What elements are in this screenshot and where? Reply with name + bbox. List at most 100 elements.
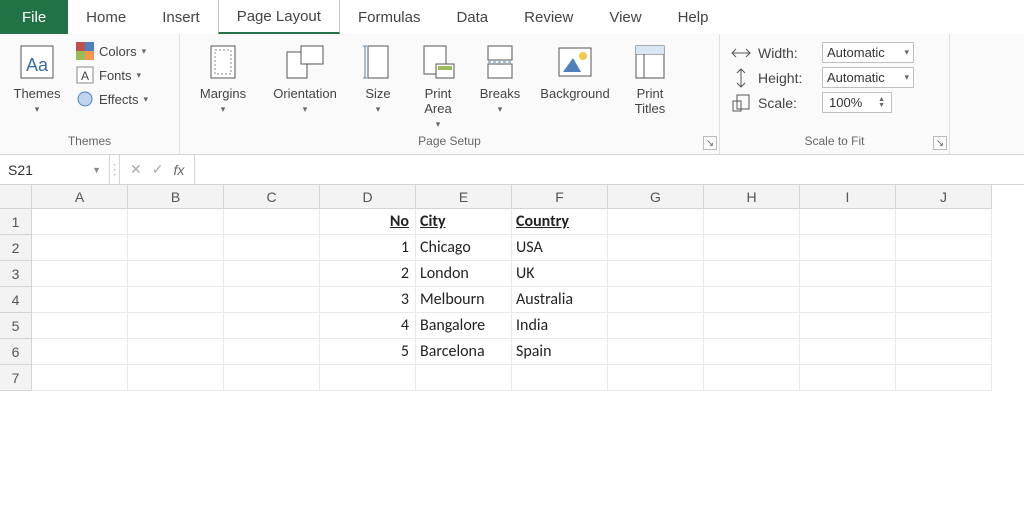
- tab-view[interactable]: View: [591, 0, 659, 34]
- cell[interactable]: 5: [320, 339, 416, 365]
- col-header[interactable]: I: [800, 185, 896, 209]
- cell[interactable]: [800, 365, 896, 391]
- cell[interactable]: [32, 235, 128, 261]
- row-header[interactable]: 6: [0, 339, 32, 365]
- cell[interactable]: [224, 339, 320, 365]
- col-header[interactable]: H: [704, 185, 800, 209]
- row-header[interactable]: 1: [0, 209, 32, 235]
- cell[interactable]: [608, 209, 704, 235]
- cell[interactable]: [416, 365, 512, 391]
- cell[interactable]: [32, 339, 128, 365]
- cell[interactable]: [128, 209, 224, 235]
- cell[interactable]: [704, 313, 800, 339]
- cell[interactable]: [608, 235, 704, 261]
- theme-effects-button[interactable]: Effects ▾: [72, 88, 152, 110]
- cell[interactable]: 3: [320, 287, 416, 313]
- cell[interactable]: [704, 365, 800, 391]
- cell[interactable]: [128, 235, 224, 261]
- fx-icon[interactable]: fx: [173, 162, 184, 178]
- tab-review[interactable]: Review: [506, 0, 591, 34]
- cell[interactable]: India: [512, 313, 608, 339]
- cell[interactable]: [608, 313, 704, 339]
- cell[interactable]: [224, 235, 320, 261]
- cell[interactable]: Barcelona: [416, 339, 512, 365]
- cell[interactable]: 2: [320, 261, 416, 287]
- chevron-down-icon[interactable]: ▼: [92, 165, 101, 175]
- name-box[interactable]: S21 ▼: [0, 155, 110, 184]
- tab-formulas[interactable]: Formulas: [340, 0, 439, 34]
- cell[interactable]: [32, 261, 128, 287]
- cell[interactable]: Melbourn: [416, 287, 512, 313]
- cell[interactable]: [512, 365, 608, 391]
- cell[interactable]: USA: [512, 235, 608, 261]
- row-header[interactable]: 2: [0, 235, 32, 261]
- tab-page-layout[interactable]: Page Layout: [218, 0, 340, 34]
- breaks-button[interactable]: Breaks ▾: [472, 38, 528, 115]
- cell[interactable]: [224, 365, 320, 391]
- size-button[interactable]: Size ▾: [352, 38, 404, 115]
- theme-colors-button[interactable]: Colors ▾: [72, 40, 152, 62]
- cell[interactable]: [896, 287, 992, 313]
- cell[interactable]: 1: [320, 235, 416, 261]
- page-setup-launcher[interactable]: ↘: [703, 136, 717, 150]
- col-header[interactable]: F: [512, 185, 608, 209]
- cell[interactable]: [128, 313, 224, 339]
- print-area-button[interactable]: Print Area ▾: [410, 38, 466, 130]
- cell[interactable]: No: [320, 209, 416, 235]
- tab-insert[interactable]: Insert: [144, 0, 218, 34]
- cell[interactable]: [32, 365, 128, 391]
- cell[interactable]: [32, 287, 128, 313]
- cell[interactable]: Country: [512, 209, 608, 235]
- print-titles-button[interactable]: Print Titles: [622, 38, 678, 116]
- cell[interactable]: [896, 313, 992, 339]
- cell[interactable]: [608, 287, 704, 313]
- cell[interactable]: Australia: [512, 287, 608, 313]
- select-all-corner[interactable]: [0, 185, 32, 209]
- cell[interactable]: [128, 365, 224, 391]
- cell[interactable]: [608, 261, 704, 287]
- cell[interactable]: [128, 261, 224, 287]
- cell[interactable]: [800, 313, 896, 339]
- height-select[interactable]: Automatic▾: [822, 67, 914, 88]
- tab-help[interactable]: Help: [660, 0, 727, 34]
- col-header[interactable]: E: [416, 185, 512, 209]
- cell[interactable]: [800, 261, 896, 287]
- cell[interactable]: [224, 209, 320, 235]
- cell[interactable]: [896, 261, 992, 287]
- cell[interactable]: [224, 287, 320, 313]
- cell[interactable]: [608, 339, 704, 365]
- margins-button[interactable]: Margins ▾: [188, 38, 258, 115]
- formula-input[interactable]: [195, 155, 1024, 184]
- spinner-down-icon[interactable]: ▼: [878, 103, 885, 109]
- orientation-button[interactable]: Orientation ▾: [264, 38, 346, 115]
- cancel-icon[interactable]: ✕: [130, 161, 142, 178]
- cell[interactable]: [224, 313, 320, 339]
- cell[interactable]: [800, 235, 896, 261]
- cell[interactable]: [128, 287, 224, 313]
- col-header[interactable]: C: [224, 185, 320, 209]
- cell[interactable]: 4: [320, 313, 416, 339]
- cell[interactable]: [32, 209, 128, 235]
- cell[interactable]: [320, 365, 416, 391]
- col-header[interactable]: G: [608, 185, 704, 209]
- cell[interactable]: Chicago: [416, 235, 512, 261]
- col-header[interactable]: A: [32, 185, 128, 209]
- cell[interactable]: [128, 339, 224, 365]
- row-header[interactable]: 3: [0, 261, 32, 287]
- row-header[interactable]: 7: [0, 365, 32, 391]
- background-button[interactable]: Background: [534, 38, 616, 101]
- cell[interactable]: [800, 339, 896, 365]
- cell[interactable]: City: [416, 209, 512, 235]
- col-header[interactable]: J: [896, 185, 992, 209]
- row-header[interactable]: 5: [0, 313, 32, 339]
- cell[interactable]: [896, 235, 992, 261]
- cell[interactable]: [896, 339, 992, 365]
- cell[interactable]: [704, 209, 800, 235]
- cell[interactable]: [800, 287, 896, 313]
- cell[interactable]: [704, 261, 800, 287]
- cell[interactable]: Bangalore: [416, 313, 512, 339]
- cell[interactable]: [608, 365, 704, 391]
- cell[interactable]: UK: [512, 261, 608, 287]
- cell[interactable]: [32, 313, 128, 339]
- scale-spinner[interactable]: 100%▲▼: [822, 92, 892, 113]
